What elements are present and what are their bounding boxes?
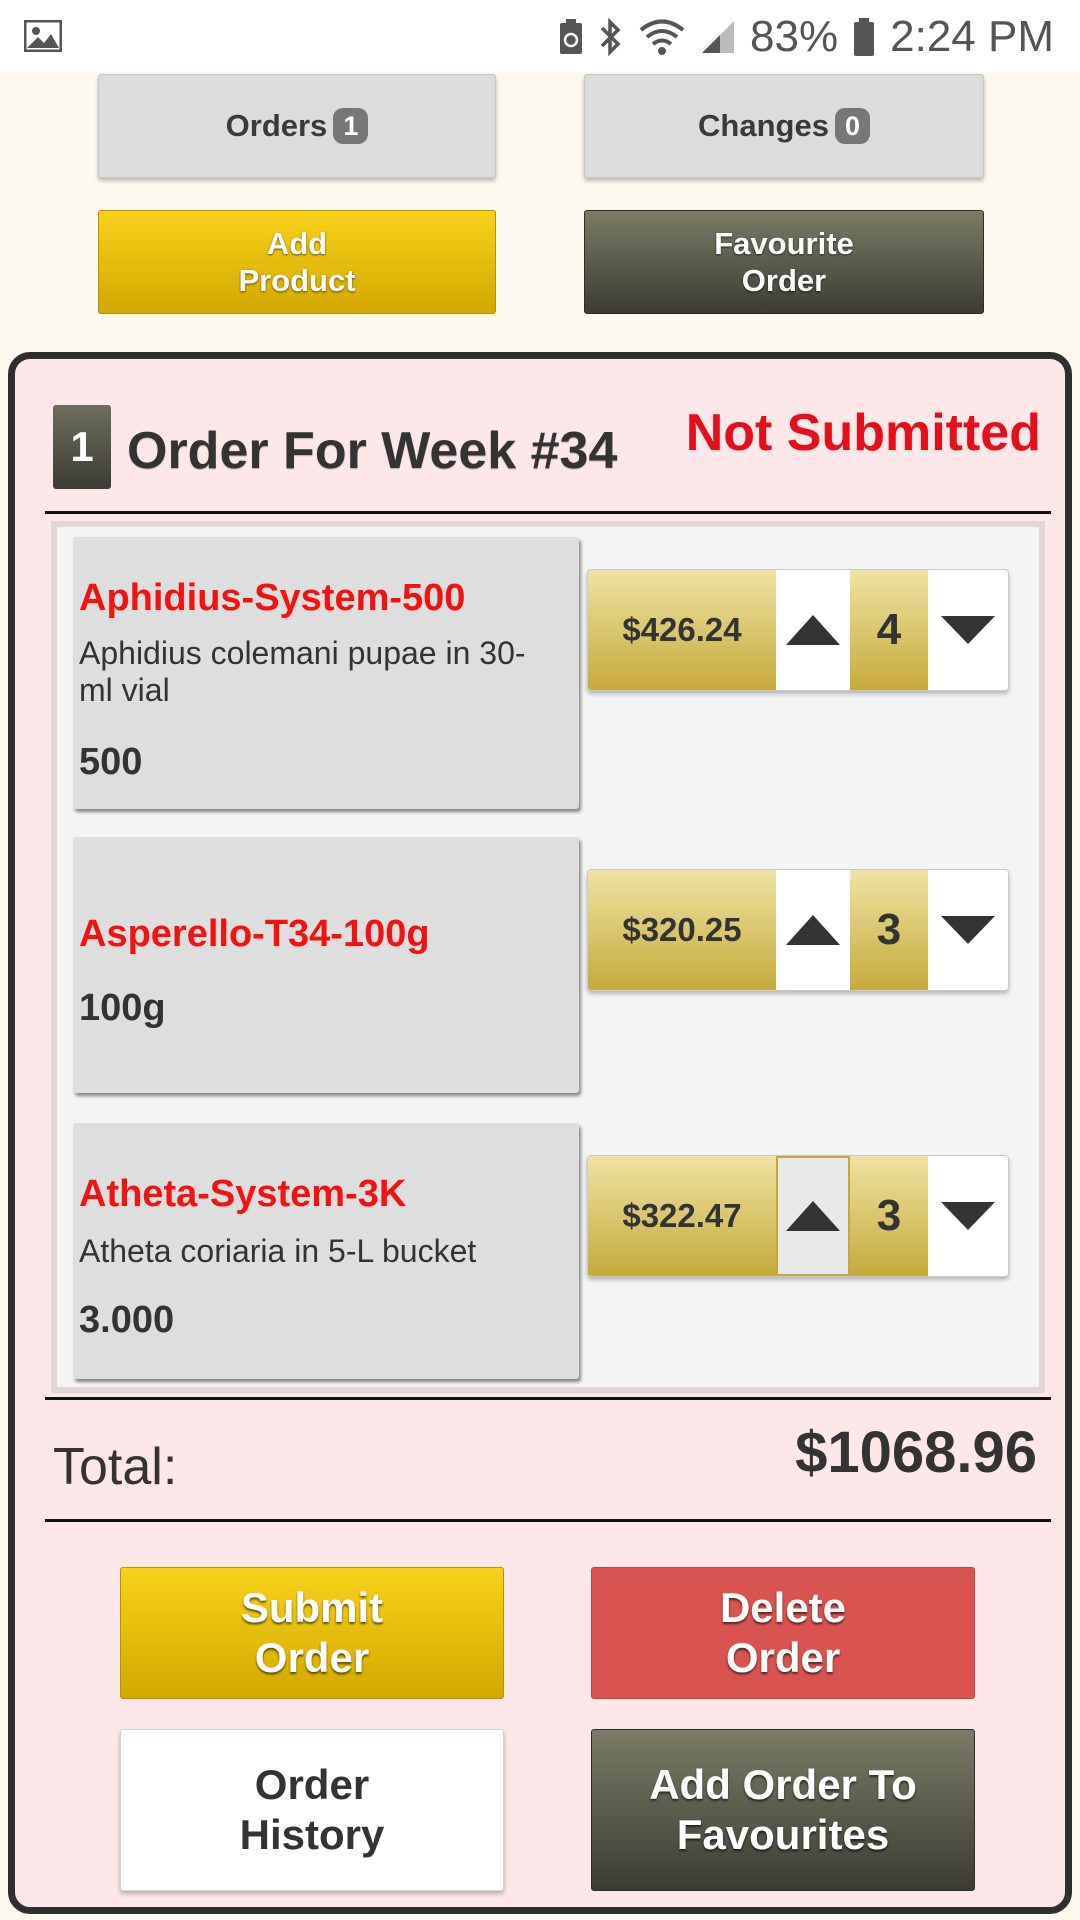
orders-count-badge: 1 (333, 108, 369, 144)
item-quantity: 3 (850, 1156, 928, 1276)
order-items-list: Aphidius-System-500 Aphidius colemani pu… (51, 521, 1045, 1393)
order-title: Order For Week #34 (127, 422, 618, 480)
item-price: $322.47 (588, 1156, 776, 1276)
add-product-button[interactable]: Add Product (98, 210, 496, 314)
decrease-quantity-button[interactable] (928, 870, 1008, 990)
orders-button[interactable]: Orders 1 (98, 74, 496, 178)
decrease-quantity-button[interactable] (928, 570, 1008, 690)
item-name: Atheta-System-3K (79, 1173, 407, 1215)
battery-icon (854, 18, 875, 56)
changes-count-badge: 0 (834, 108, 870, 144)
add-favourites-label-line2: Favourites (676, 1811, 890, 1858)
add-product-label-line1: Add (266, 225, 328, 261)
clock: 2:24 PM (890, 12, 1054, 61)
arrow-up-icon (786, 1201, 840, 1231)
changes-button[interactable]: Changes 0 (584, 74, 984, 178)
image-icon (24, 20, 62, 52)
items-bottom-divider (45, 1397, 1051, 1400)
changes-label: Changes (698, 108, 829, 144)
header-divider (45, 511, 1051, 514)
item-size: 3.000 (79, 1299, 175, 1341)
favourite-order-button[interactable]: Favourite Order (584, 210, 984, 314)
submit-order-label-line1: Submit (240, 1584, 384, 1631)
order-panel: 1 Order For Week #34 Not Submitted Aphid… (8, 352, 1072, 1914)
order-item-card: Aphidius-System-500 Aphidius colemani pu… (73, 537, 579, 809)
decrease-quantity-button[interactable] (928, 1156, 1008, 1276)
submit-order-button[interactable]: Submit Order (120, 1567, 504, 1699)
submit-order-label-line2: Order (254, 1634, 370, 1681)
item-name: Aphidius-System-500 (79, 577, 466, 619)
item-price: $426.24 (588, 570, 776, 690)
item-price: $320.25 (588, 870, 776, 990)
total-divider (45, 1519, 1051, 1522)
favourite-order-label-line2: Order (741, 263, 827, 298)
order-history-label-line1: Order (254, 1761, 370, 1808)
delete-order-label-line1: Delete (719, 1584, 847, 1631)
add-order-to-favourites-button[interactable]: Add Order To Favourites (591, 1729, 975, 1891)
arrow-up-icon (786, 615, 840, 645)
add-favourites-label-line1: Add Order To (649, 1761, 917, 1808)
order-history-label-line2: History (239, 1811, 385, 1858)
order-history-button[interactable]: Order History (120, 1729, 504, 1891)
item-quantity-control: $320.25 3 (587, 869, 1009, 991)
arrow-down-icon (941, 616, 995, 644)
increase-quantity-button[interactable] (776, 570, 850, 690)
favourite-order-label-line1: Favourite (714, 225, 854, 261)
status-bar: 83% 2:24 PM (0, 0, 1080, 72)
order-number-badge: 1 (53, 405, 111, 489)
delete-order-button[interactable]: Delete Order (591, 1567, 975, 1699)
item-quantity-control: $426.24 4 (587, 569, 1009, 691)
item-description: Aphidius colemani pupae in 30-ml vial (79, 635, 526, 708)
bluetooth-icon (600, 17, 621, 57)
item-quantity-control: $322.47 3 (587, 1155, 1009, 1277)
order-status: Not Submitted (685, 404, 1041, 462)
arrow-down-icon (941, 1202, 995, 1230)
delete-order-label-line2: Order (725, 1634, 841, 1681)
battery-saver-icon (560, 19, 583, 54)
order-item-card: Asperello-T34-100g 100g (73, 837, 579, 1093)
add-product-label-line2: Product (238, 263, 356, 298)
arrow-up-icon (786, 915, 840, 945)
battery-percent: 83% (750, 12, 839, 61)
item-quantity: 4 (850, 570, 928, 690)
increase-quantity-button[interactable] (776, 870, 850, 990)
arrow-down-icon (941, 916, 995, 944)
wifi-icon (639, 19, 685, 55)
total-label: Total: (53, 1438, 178, 1496)
item-size: 100g (79, 987, 166, 1029)
item-description: Atheta coriaria in 5-L bucket (79, 1233, 477, 1269)
signal-icon (702, 21, 735, 53)
item-quantity: 3 (850, 870, 928, 990)
item-name: Asperello-T34-100g (79, 913, 430, 955)
total-value: $1068.96 (795, 1420, 1037, 1485)
order-item-card: Atheta-System-3K Atheta coriaria in 5-L … (73, 1123, 579, 1379)
orders-label: Orders (225, 108, 328, 144)
increase-quantity-button[interactable] (776, 1156, 850, 1276)
item-size: 500 (79, 741, 143, 783)
